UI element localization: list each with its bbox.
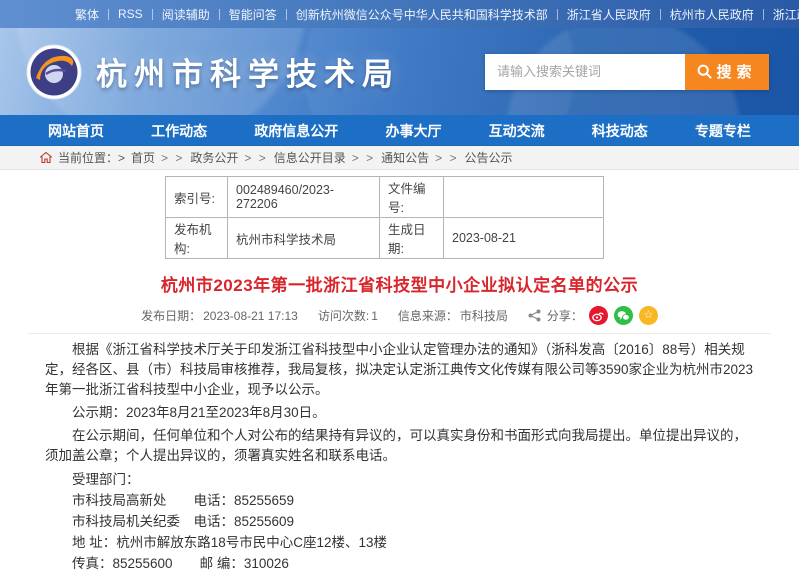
search-button-label: 搜索 [716,61,756,82]
index-number-value: 002489460/2023-272206 [228,177,380,218]
accepting-department-heading: 受理部门： [45,469,754,490]
search-button[interactable]: 搜索 [685,54,769,90]
breadcrumb-prefix: 当前位置：> [58,149,125,166]
divider [286,9,287,20]
share-label: 分享： [547,307,583,324]
topbar-link-traditional[interactable]: 繁体 [75,6,99,23]
document-number-label: 文件编号: [380,177,444,218]
divider [557,9,558,20]
paragraph-public-notice-period: 公示期：2023年8月21至2023年8月30日。 [45,403,754,423]
divider [763,9,764,20]
topbar-link-wechat-account[interactable]: 创新杭州微信公众号 [296,6,404,23]
topbar-link-rss[interactable]: RSS [118,7,143,21]
issuing-agency-value: 杭州市科学技术局 [228,218,380,259]
site-brand[interactable]: 杭州市科学技术局 [26,44,400,100]
share-wechat-icon[interactable] [614,306,633,325]
nav-item-gov-info-disclosure[interactable]: 政府信息公开 [254,121,338,141]
issuing-agency-label: 发布机构: [166,218,228,259]
index-number-label: 索引号: [166,177,228,218]
share-qzone-icon[interactable]: ☆ [639,306,658,325]
contact-line-hightech-division: 市科技局高新处 电话：85255659 [45,490,754,511]
breadcrumb-separator: > > [161,151,184,165]
breadcrumb-separator: > > [352,151,375,165]
divider [660,9,661,20]
site-logo-icon [26,44,82,100]
topbar-left-links: 繁体 RSS 阅读辅助 智能问答 创新杭州微信公众号 [75,6,404,23]
article-page: 索引号: 002489460/2023-272206 文件编号: 发布机构: 杭… [0,176,799,574]
article-meta: 发布日期： 2023-08-21 17:13 访问次数: 1 信息来源： 市科技… [0,306,799,325]
breadcrumb-item-public-announcements[interactable]: 公告公示 [465,149,513,166]
site-title: 杭州市科学技术局 [96,49,400,94]
breadcrumb: 当前位置：> 首页 > > 政务公开 > > 信息公开目录 > > 通知公告 >… [0,146,799,170]
divider [152,9,153,20]
breadcrumb-item-info-catalog[interactable]: 信息公开目录 [274,149,346,166]
topbar-link-service-user-center[interactable]: 浙江政务服务网 用户中心 [773,6,799,23]
publish-date: 发布日期： 2023-08-21 17:13 [141,307,298,324]
nav-item-home[interactable]: 网站首页 [48,121,104,141]
share-weibo-icon[interactable] [589,306,608,325]
generation-date-label: 生成日期: [380,218,444,259]
nav-item-sci-tech-news[interactable]: 科技动态 [592,121,648,141]
page: 繁体 RSS 阅读辅助 智能问答 创新杭州微信公众号 中华人民共和国科学技术部 … [0,0,799,574]
topbar-link-hangzhou-gov[interactable]: 杭州市人民政府 [670,6,754,23]
info-source: 信息来源： 市科技局 [398,307,508,324]
topbar-link-smart-qa[interactable]: 智能问答 [229,6,277,23]
divider [108,9,109,20]
generation-date-value: 2023-08-21 [444,218,604,259]
contact-line-fax-postcode: 传真：85255600 邮 编：310026 [45,553,754,574]
paragraph: 根据《浙江省科学技术厅关于印发浙江省科技型中小企业认定管理办法的通知》（浙科发高… [45,340,754,400]
search-box: 搜索 [485,54,769,90]
contact-block: 受理部门： 市科技局高新处 电话：85255659 市科技局机关纪委 电话：85… [45,469,754,574]
share-bar: 分享： ☆ [528,306,658,325]
table-row: 索引号: 002489460/2023-272206 文件编号: [166,177,604,218]
article-body: 根据《浙江省科学技术厅关于印发浙江省科技型中小企业认定管理办法的通知》（浙科发高… [45,340,754,574]
paragraph-objection-instructions: 在公示期间，任何单位和个人对公布的结果持有异议的，可以真实身份和书面形式向我局提… [45,426,754,466]
site-banner: 杭州市科学技术局 搜索 [0,28,799,115]
nav-item-service-hall[interactable]: 办事大厅 [385,121,441,141]
nav-item-work-updates[interactable]: 工作动态 [151,121,207,141]
breadcrumb-separator: > > [244,151,267,165]
contact-line-discipline-committee: 市科技局机关纪委 电话：85255609 [45,511,754,532]
breadcrumb-item-notices[interactable]: 通知公告 [381,149,429,166]
nav-item-interaction[interactable]: 互动交流 [489,121,545,141]
document-number-value [444,177,604,218]
contact-line-address: 地 址：杭州市解放东路18号市民中心C座12楼、13楼 [45,532,754,553]
breadcrumb-item-home[interactable]: 首页 [131,149,155,166]
divider [28,333,771,334]
article-title: 杭州市2023年第一批浙江省科技型中小企业拟认定名单的公示 [0,271,799,296]
divider [219,9,220,20]
topbar: 繁体 RSS 阅读辅助 智能问答 创新杭州微信公众号 中华人民共和国科学技术部 … [0,0,799,28]
topbar-link-most[interactable]: 中华人民共和国科学技术部 [404,6,548,23]
visit-count: 访问次数: 1 [318,307,378,324]
breadcrumb-item-gov-affairs[interactable]: 政务公开 [190,149,238,166]
topbar-right-links: 中华人民共和国科学技术部 浙江省人民政府 杭州市人民政府 浙江政务服务网 用户中… [404,6,799,23]
table-row: 发布机构: 杭州市科学技术局 生成日期: 2023-08-21 [166,218,604,259]
home-icon [40,152,52,163]
main-nav: 网站首页 工作动态 政府信息公开 办事大厅 互动交流 科技动态 专题专栏 [0,115,799,146]
search-icon [697,64,712,79]
topbar-link-zhejiang-gov[interactable]: 浙江省人民政府 [567,6,651,23]
share-nodes-icon [528,309,541,322]
breadcrumb-separator: > > [435,151,458,165]
nav-item-special-topics[interactable]: 专题专栏 [695,121,751,141]
document-info-table: 索引号: 002489460/2023-272206 文件编号: 发布机构: 杭… [165,176,604,259]
topbar-link-reading-aid[interactable]: 阅读辅助 [162,6,210,23]
search-input[interactable] [485,54,685,90]
